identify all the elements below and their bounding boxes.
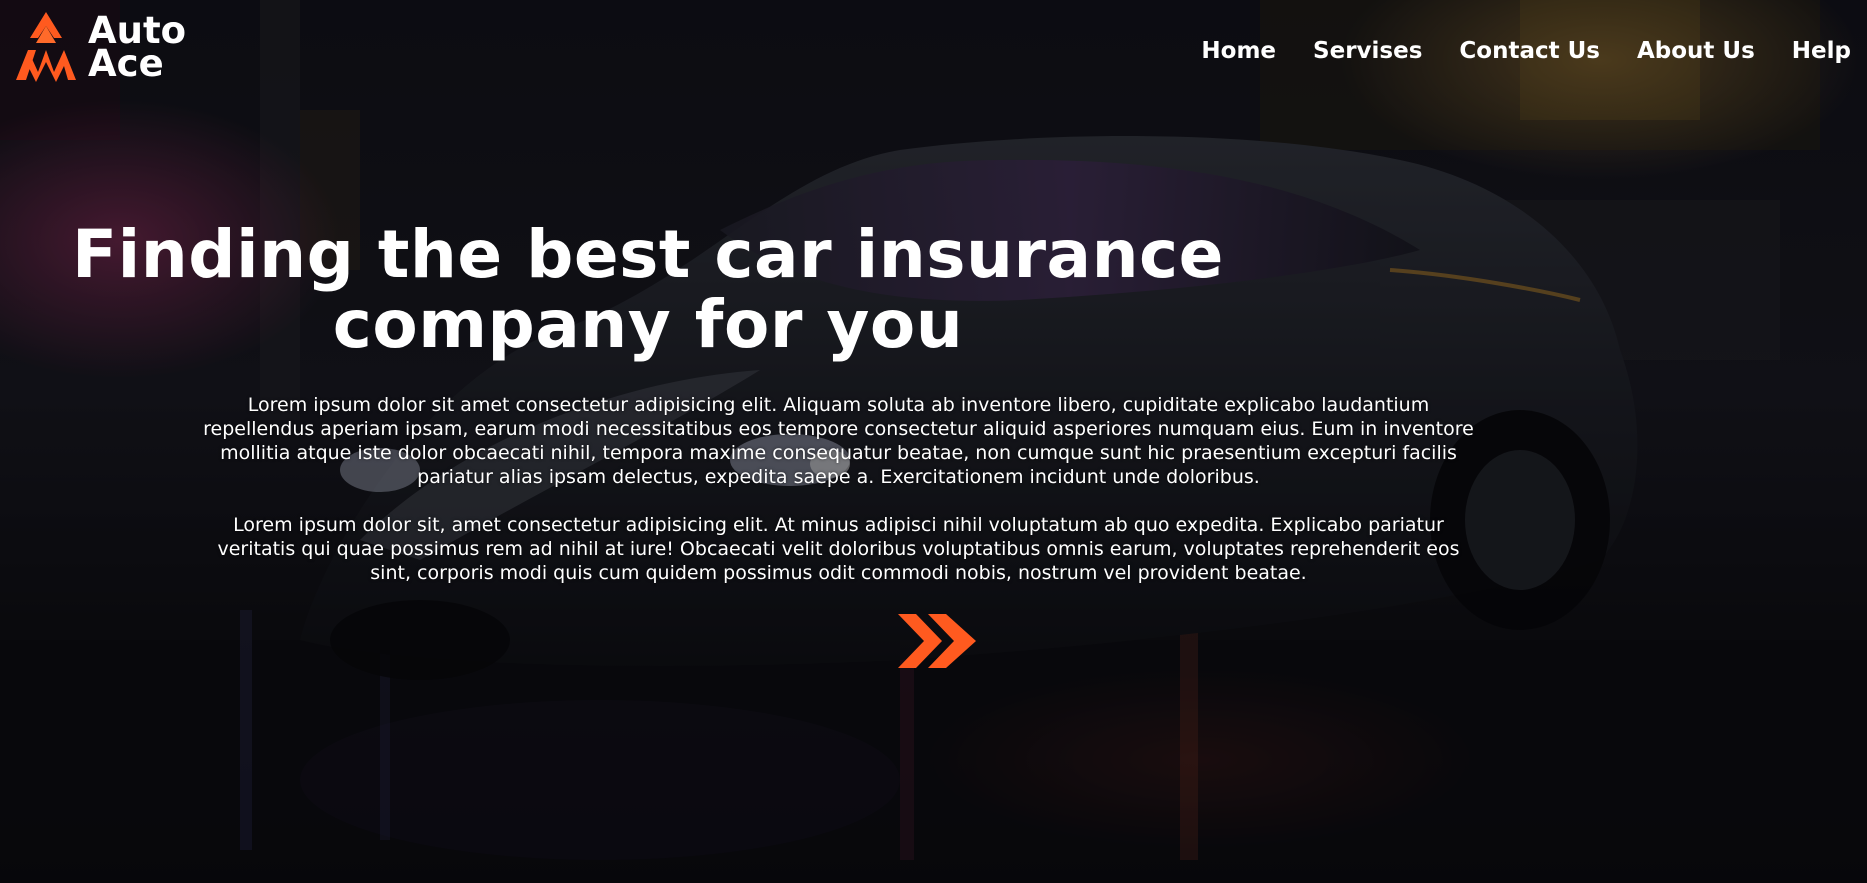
brand-logo[interactable]: Auto Ace	[14, 10, 186, 84]
hero-title: Finding the best car insurance company f…	[72, 216, 1224, 363]
nav-link-home[interactable]: Home	[1201, 36, 1276, 66]
main-navigation: Home Servises Contact Us About Us Help	[1201, 36, 1851, 66]
hero-paragraph-1: Lorem ipsum dolor sit amet consectetur a…	[203, 394, 1474, 488]
nav-link-help[interactable]: Help	[1792, 36, 1851, 66]
hero-section: Finding the best car insurance company f…	[72, 220, 1477, 585]
nav-link-contact-us[interactable]: Contact Us	[1459, 36, 1600, 66]
hero-paragraph-2: Lorem ipsum dolor sit, amet consectetur …	[217, 514, 1460, 584]
double-chevron-right-icon[interactable]	[898, 614, 978, 668]
nav-link-services[interactable]: Servises	[1313, 36, 1422, 66]
flame-logo-icon	[16, 12, 76, 82]
nav-link-about-us[interactable]: About Us	[1637, 36, 1755, 66]
brand-name: Auto Ace	[88, 12, 186, 82]
